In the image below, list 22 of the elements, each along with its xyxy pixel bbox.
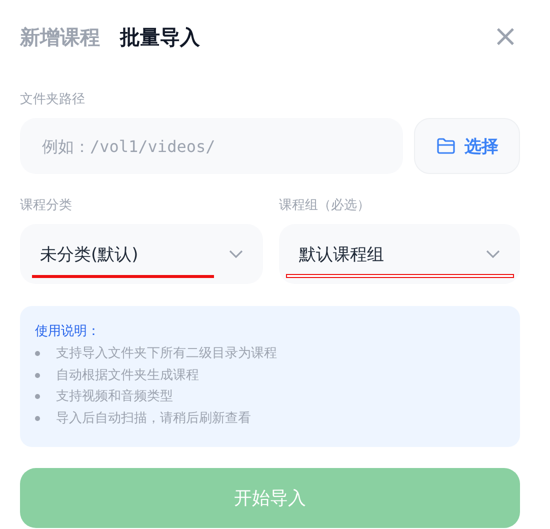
chevron-down-icon bbox=[229, 250, 243, 258]
bullet-icon bbox=[35, 394, 40, 400]
close-button[interactable]: × bbox=[492, 22, 518, 52]
field-label: 课程分类 bbox=[20, 197, 73, 214]
field-label: 课程组（必选） bbox=[279, 197, 371, 214]
select-field[interactable]: 默认课程组 bbox=[279, 224, 520, 284]
bullet-icon bbox=[35, 416, 40, 421]
input-field[interactable]: 例如：/vol1/videos/ bbox=[20, 118, 403, 174]
folder-icon bbox=[436, 137, 456, 155]
bullet-icon bbox=[35, 351, 40, 356]
tab[interactable]: 新增课程 bbox=[20, 24, 100, 50]
info-item: 导入后自动扫描，请稍后刷新查看 bbox=[56, 410, 251, 428]
info-item: 支持视频和音频类型 bbox=[56, 388, 173, 406]
info-title: 使用说明： bbox=[35, 323, 101, 340]
choose-button[interactable]: 选择 bbox=[414, 118, 520, 174]
info-item: 支持导入文件夹下所有二级目录为课程 bbox=[56, 345, 277, 363]
select-field[interactable]: 未分类(默认) bbox=[20, 224, 263, 284]
field-label: 文件夹路径 bbox=[20, 91, 86, 108]
info-item: 自动根据文件夹生成课程 bbox=[56, 366, 199, 384]
chevron-down-icon bbox=[486, 250, 500, 258]
bullet-icon bbox=[35, 372, 40, 378]
tab[interactable]: 批量导入 bbox=[120, 24, 200, 50]
